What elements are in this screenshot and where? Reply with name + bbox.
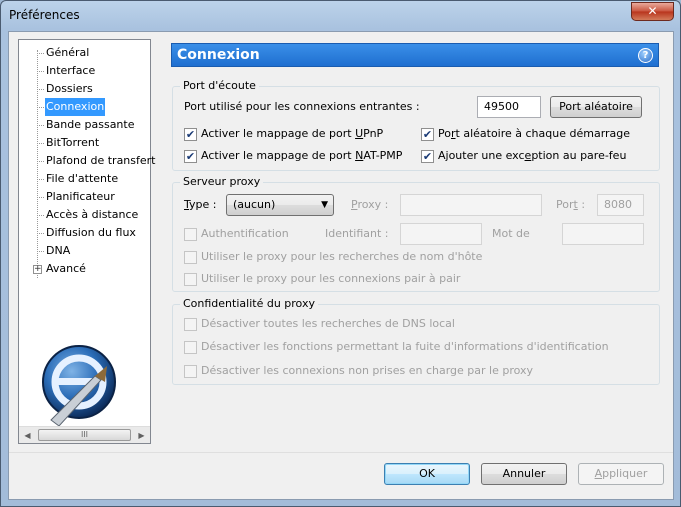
proxy-server-legend: Serveur proxy bbox=[180, 175, 264, 188]
disable-leak-checkbox[interactable] bbox=[184, 341, 197, 354]
close-button[interactable]: ✕ bbox=[631, 2, 674, 21]
proxy-privacy-group: Confidentialité du proxy Désactiver tout… bbox=[172, 297, 660, 385]
proxy-type-label: Type : bbox=[184, 198, 217, 211]
random-port-on-start-checkbox[interactable]: ✔ bbox=[421, 128, 434, 141]
upnp-label: Activer le mappage de port UPnP bbox=[201, 127, 384, 140]
app-logo bbox=[42, 345, 116, 427]
dialog-client-area: Général Interface Dossiers Connexion Ban… bbox=[8, 31, 674, 500]
proxy-privacy-legend: Confidentialité du proxy bbox=[180, 297, 318, 310]
scroll-thumb[interactable]: III bbox=[38, 429, 131, 441]
scroll-left-icon[interactable]: ◀ bbox=[19, 427, 36, 444]
expand-plus-icon[interactable]: + bbox=[33, 265, 42, 274]
proxy-auth-label: Authentification bbox=[201, 227, 289, 240]
category-tree[interactable]: Général Interface Dossiers Connexion Ban… bbox=[18, 39, 155, 444]
help-icon[interactable]: ? bbox=[638, 48, 653, 63]
random-port-button[interactable]: Port aléatoire bbox=[550, 96, 642, 118]
disable-dns-label: Désactiver toutes les recherches de DNS … bbox=[201, 317, 455, 330]
proxy-p2p-checkbox[interactable] bbox=[184, 273, 197, 286]
tree-guide-line bbox=[37, 50, 38, 278]
cancel-button[interactable]: Annuler bbox=[481, 463, 567, 485]
listening-port-group: Port d'écoute Port utilisé pour les conn… bbox=[172, 79, 660, 171]
proxy-server-group: Serveur proxy Type : (aucun) ▼ Proxy : Po… bbox=[172, 175, 660, 292]
window-title: Préférences bbox=[9, 8, 80, 22]
incoming-port-label: Port utilisé pour les connexions entrant… bbox=[184, 100, 420, 113]
listening-port-legend: Port d'écoute bbox=[180, 79, 259, 92]
proxy-p2p-label: Utiliser le proxy pour les connexions pa… bbox=[201, 272, 461, 285]
title-bar[interactable]: Préférences ✕ bbox=[1, 1, 680, 31]
preferences-window: Préférences ✕ Général Interface Dossiers… bbox=[0, 0, 681, 507]
proxy-password-input[interactable] bbox=[562, 223, 644, 245]
proxy-port-label: Port : bbox=[556, 198, 586, 211]
proxy-host-label: Proxy : bbox=[351, 198, 389, 211]
disable-leak-label: Désactiver les fonctions permettant la f… bbox=[201, 340, 609, 353]
proxy-auth-checkbox[interactable] bbox=[184, 228, 197, 241]
incoming-port-input[interactable]: 49500 bbox=[477, 96, 541, 118]
proxy-username-label: Identifiant : bbox=[325, 227, 389, 240]
proxy-type-select[interactable]: (aucun) ▼ bbox=[226, 194, 334, 216]
ok-button[interactable]: OK bbox=[384, 463, 470, 485]
section-header: Connexion ? bbox=[171, 43, 659, 67]
footer-separator bbox=[9, 452, 673, 453]
natpmp-checkbox[interactable]: ✔ bbox=[184, 150, 197, 163]
random-port-on-start-label: Port aléatoire à chaque démarrage bbox=[438, 127, 631, 140]
natpmp-label: Activer le mappage de port NAT-PMP bbox=[201, 149, 403, 162]
tree-horizontal-scrollbar[interactable]: ◀ III ▶ bbox=[19, 426, 150, 443]
firewall-exception-label: Ajouter une exception au pare-feu bbox=[438, 149, 627, 162]
proxy-password-label: Mot de bbox=[492, 227, 530, 240]
chevron-down-icon: ▼ bbox=[321, 200, 328, 210]
apply-button[interactable]: Appliquer bbox=[578, 463, 664, 485]
proxy-username-input[interactable] bbox=[400, 223, 482, 245]
disable-dns-checkbox[interactable] bbox=[184, 318, 197, 331]
firewall-exception-checkbox[interactable]: ✔ bbox=[421, 150, 434, 163]
disable-unsupported-label: Désactiver les connexions non prises en … bbox=[201, 364, 534, 377]
proxy-hostname-checkbox[interactable] bbox=[184, 251, 197, 264]
proxy-hostname-label: Utiliser le proxy pour les recherches de… bbox=[201, 250, 483, 263]
proxy-host-input[interactable] bbox=[400, 194, 542, 216]
section-title: Connexion bbox=[177, 47, 260, 63]
scroll-right-icon[interactable]: ▶ bbox=[133, 427, 150, 444]
close-icon: ✕ bbox=[647, 4, 658, 18]
disable-unsupported-checkbox[interactable] bbox=[184, 365, 197, 378]
proxy-port-input[interactable]: 8080 bbox=[597, 194, 644, 216]
upnp-checkbox[interactable]: ✔ bbox=[184, 128, 197, 141]
